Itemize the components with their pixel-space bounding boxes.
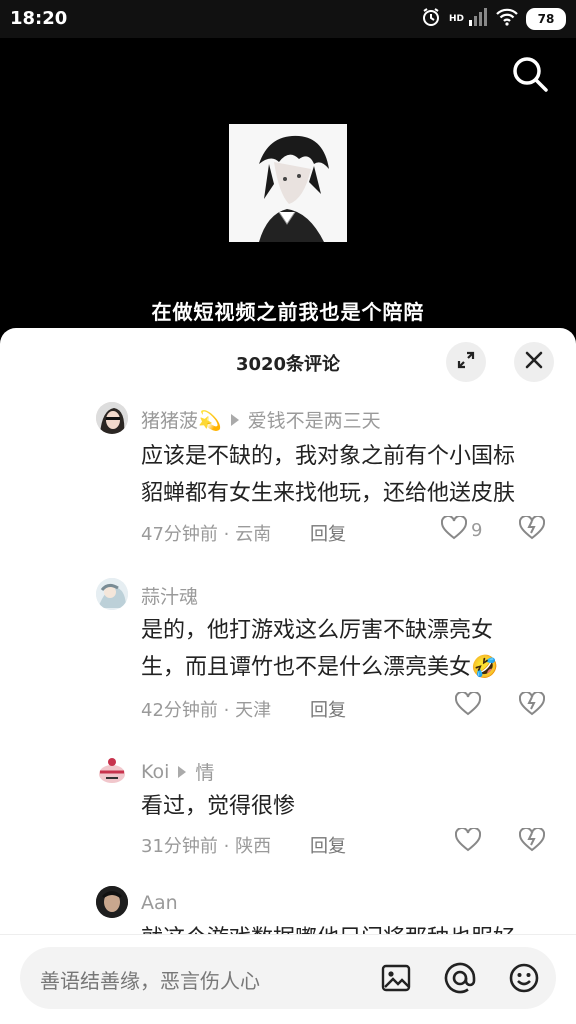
comment-line: 应该是不缺的，我对象之前有个小国标: [141, 444, 516, 469]
comment-text: 就这个游戏数据嘟他兄门将那种也服好: [141, 920, 561, 934]
battery-indicator: 78: [526, 8, 566, 30]
video-thumbnail: [229, 124, 347, 242]
status-bar: 18:20 HD 78: [0, 0, 576, 38]
like-button[interactable]: [454, 690, 482, 721]
status-time: 18:20: [10, 8, 68, 29]
avatar[interactable]: [96, 402, 128, 434]
comment-username[interactable]: 蒜汁魂: [141, 582, 198, 609]
comment-meta: Aan: [141, 892, 178, 914]
comment-meta: 蒜汁魂: [141, 582, 198, 609]
close-button[interactable]: [514, 342, 554, 382]
reply-arrow-icon: [230, 413, 239, 426]
comment-time-location: 47分钟前 · 云南: [141, 524, 272, 545]
comment-username[interactable]: Aan: [141, 892, 178, 914]
comment-line: 看过，觉得很惨: [141, 794, 296, 819]
reply-button[interactable]: 回复: [310, 520, 346, 546]
dislike-button[interactable]: [518, 690, 546, 721]
heart-icon: [440, 514, 468, 545]
reply-button[interactable]: 回复: [310, 832, 346, 858]
avatar[interactable]: [96, 754, 128, 786]
comment-meta: 猪猪菠💫 爱钱不是两三天: [141, 406, 381, 433]
comment-input-placeholder: 善语结善缘，恶言伤人心: [40, 969, 260, 993]
like-count: 9: [471, 520, 483, 541]
signal-icon: [468, 8, 488, 30]
video-player[interactable]: 在做短视频之前我也是个陪陪: [0, 38, 576, 338]
broken-heart-icon: [518, 826, 546, 857]
broken-heart-icon: [518, 690, 546, 721]
comment-text: 是的，他打游戏这么厉害不缺漂亮女 生，而且谭竹也不是什么漂亮美女🤣: [141, 612, 561, 686]
comment-line: 是的，他打游戏这么厉害不缺漂亮女: [141, 618, 494, 643]
comment-username[interactable]: Koi: [141, 761, 169, 783]
comment-sheet: 3020条评论 猪猪菠💫 爱钱不是两三天 应该是不缺的，我对象之前有个小国标 貂…: [0, 328, 576, 1024]
comment-line: 貂蝉都有女生来找他玩，还给他送皮肤: [141, 481, 516, 506]
search-icon[interactable]: [510, 54, 550, 94]
reply-button[interactable]: 回复: [310, 696, 346, 722]
close-icon: [525, 351, 543, 373]
comment-line: 生，而且谭竹也不是什么漂亮美女🤣: [141, 655, 499, 680]
heart-icon: [454, 826, 482, 857]
comment-username[interactable]: 猪猪菠💫: [141, 406, 222, 433]
comment-text: 应该是不缺的，我对象之前有个小国标 貂蝉都有女生来找他玩，还给他送皮肤: [141, 438, 561, 512]
reply-to-username[interactable]: 爱钱不是两三天: [248, 406, 381, 433]
comment-count-title: 3020条评论: [235, 354, 341, 375]
comment-input-bar: 善语结善缘，恶言伤人心: [0, 934, 576, 1024]
comment-line: 就这个游戏数据嘟他兄门将那种也服好: [141, 920, 561, 934]
reply-arrow-icon: [178, 765, 187, 778]
emoji-icon[interactable]: [508, 962, 540, 994]
status-icons: HD 78: [421, 7, 566, 31]
broken-heart-icon: [518, 514, 546, 545]
avatar[interactable]: [96, 578, 128, 610]
mention-icon[interactable]: [444, 962, 476, 994]
dislike-button[interactable]: [518, 514, 546, 545]
expand-button[interactable]: [446, 342, 486, 382]
like-button[interactable]: 9: [440, 514, 483, 545]
comment-time-location: 31分钟前 · 陕西: [141, 836, 272, 857]
comment-input[interactable]: 善语结善缘，恶言伤人心: [20, 947, 556, 1009]
expand-icon: [456, 350, 476, 374]
comment-meta: Koi 情: [141, 758, 214, 785]
video-subtitle: 在做短视频之前我也是个陪陪: [151, 300, 425, 324]
avatar[interactable]: [96, 886, 128, 918]
wifi-icon: [496, 8, 518, 30]
alarm-icon: [421, 7, 441, 31]
like-button[interactable]: [454, 826, 482, 857]
comment-text: 看过，觉得很惨: [141, 788, 561, 825]
comment-time-location: 42分钟前 · 天津: [141, 700, 272, 721]
comment-list[interactable]: 猪猪菠💫 爱钱不是两三天 应该是不缺的，我对象之前有个小国标 貂蝉都有女生来找他…: [0, 398, 576, 934]
dislike-button[interactable]: [518, 826, 546, 857]
network-type: HD: [448, 13, 464, 24]
image-icon[interactable]: [380, 962, 412, 994]
heart-icon: [454, 690, 482, 721]
reply-to-username[interactable]: 情: [195, 758, 214, 785]
